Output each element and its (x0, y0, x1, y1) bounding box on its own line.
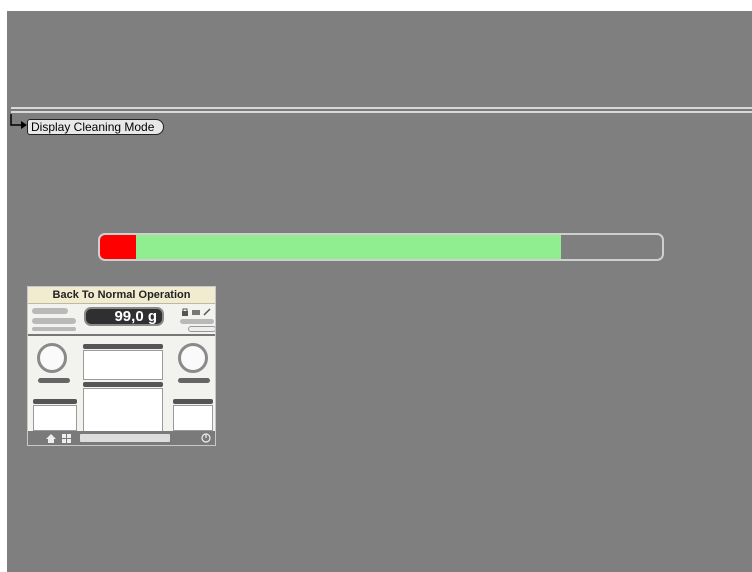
thumbnail-title: Back To Normal Operation (28, 287, 215, 304)
thumb-chart-box (83, 350, 163, 380)
thumb-field (178, 378, 210, 383)
screen-background: Display Cleaning Mode Back To Normal Ope… (7, 11, 752, 572)
gauge-left (37, 343, 67, 373)
power-icon (201, 433, 211, 443)
thumbnail-footer (28, 431, 215, 445)
thumb-section-header (83, 344, 163, 349)
weight-display: 99,0 g (84, 307, 164, 326)
home-icon (46, 434, 56, 443)
arrow-right-icon (10, 114, 27, 129)
thumb-field (188, 326, 215, 332)
thumb-field (32, 308, 68, 314)
thumb-divider (28, 334, 215, 336)
lock-icon (182, 308, 211, 316)
display-cleaning-mode-button[interactable]: Display Cleaning Mode (27, 119, 165, 135)
progress-bar-green-segment (136, 235, 561, 259)
grid-icon (62, 434, 71, 443)
thumb-field (38, 378, 70, 383)
thumb-field (32, 318, 76, 324)
thumb-section-header (33, 399, 77, 404)
header-divider (11, 107, 752, 113)
thumb-table-box (83, 388, 163, 434)
back-to-normal-operation-thumbnail[interactable]: Back To Normal Operation 99,0 g (27, 286, 216, 446)
progress-bar (98, 233, 664, 261)
thumb-status-box (173, 405, 213, 431)
thumb-field (180, 319, 214, 324)
gauge-right (178, 343, 208, 373)
thumb-section-header (173, 399, 213, 404)
thumb-message-field (80, 434, 170, 442)
thumb-section-header (83, 382, 163, 387)
thumb-field (32, 327, 76, 331)
progress-bar-red-segment (100, 235, 136, 259)
thumb-info-box (33, 405, 77, 431)
